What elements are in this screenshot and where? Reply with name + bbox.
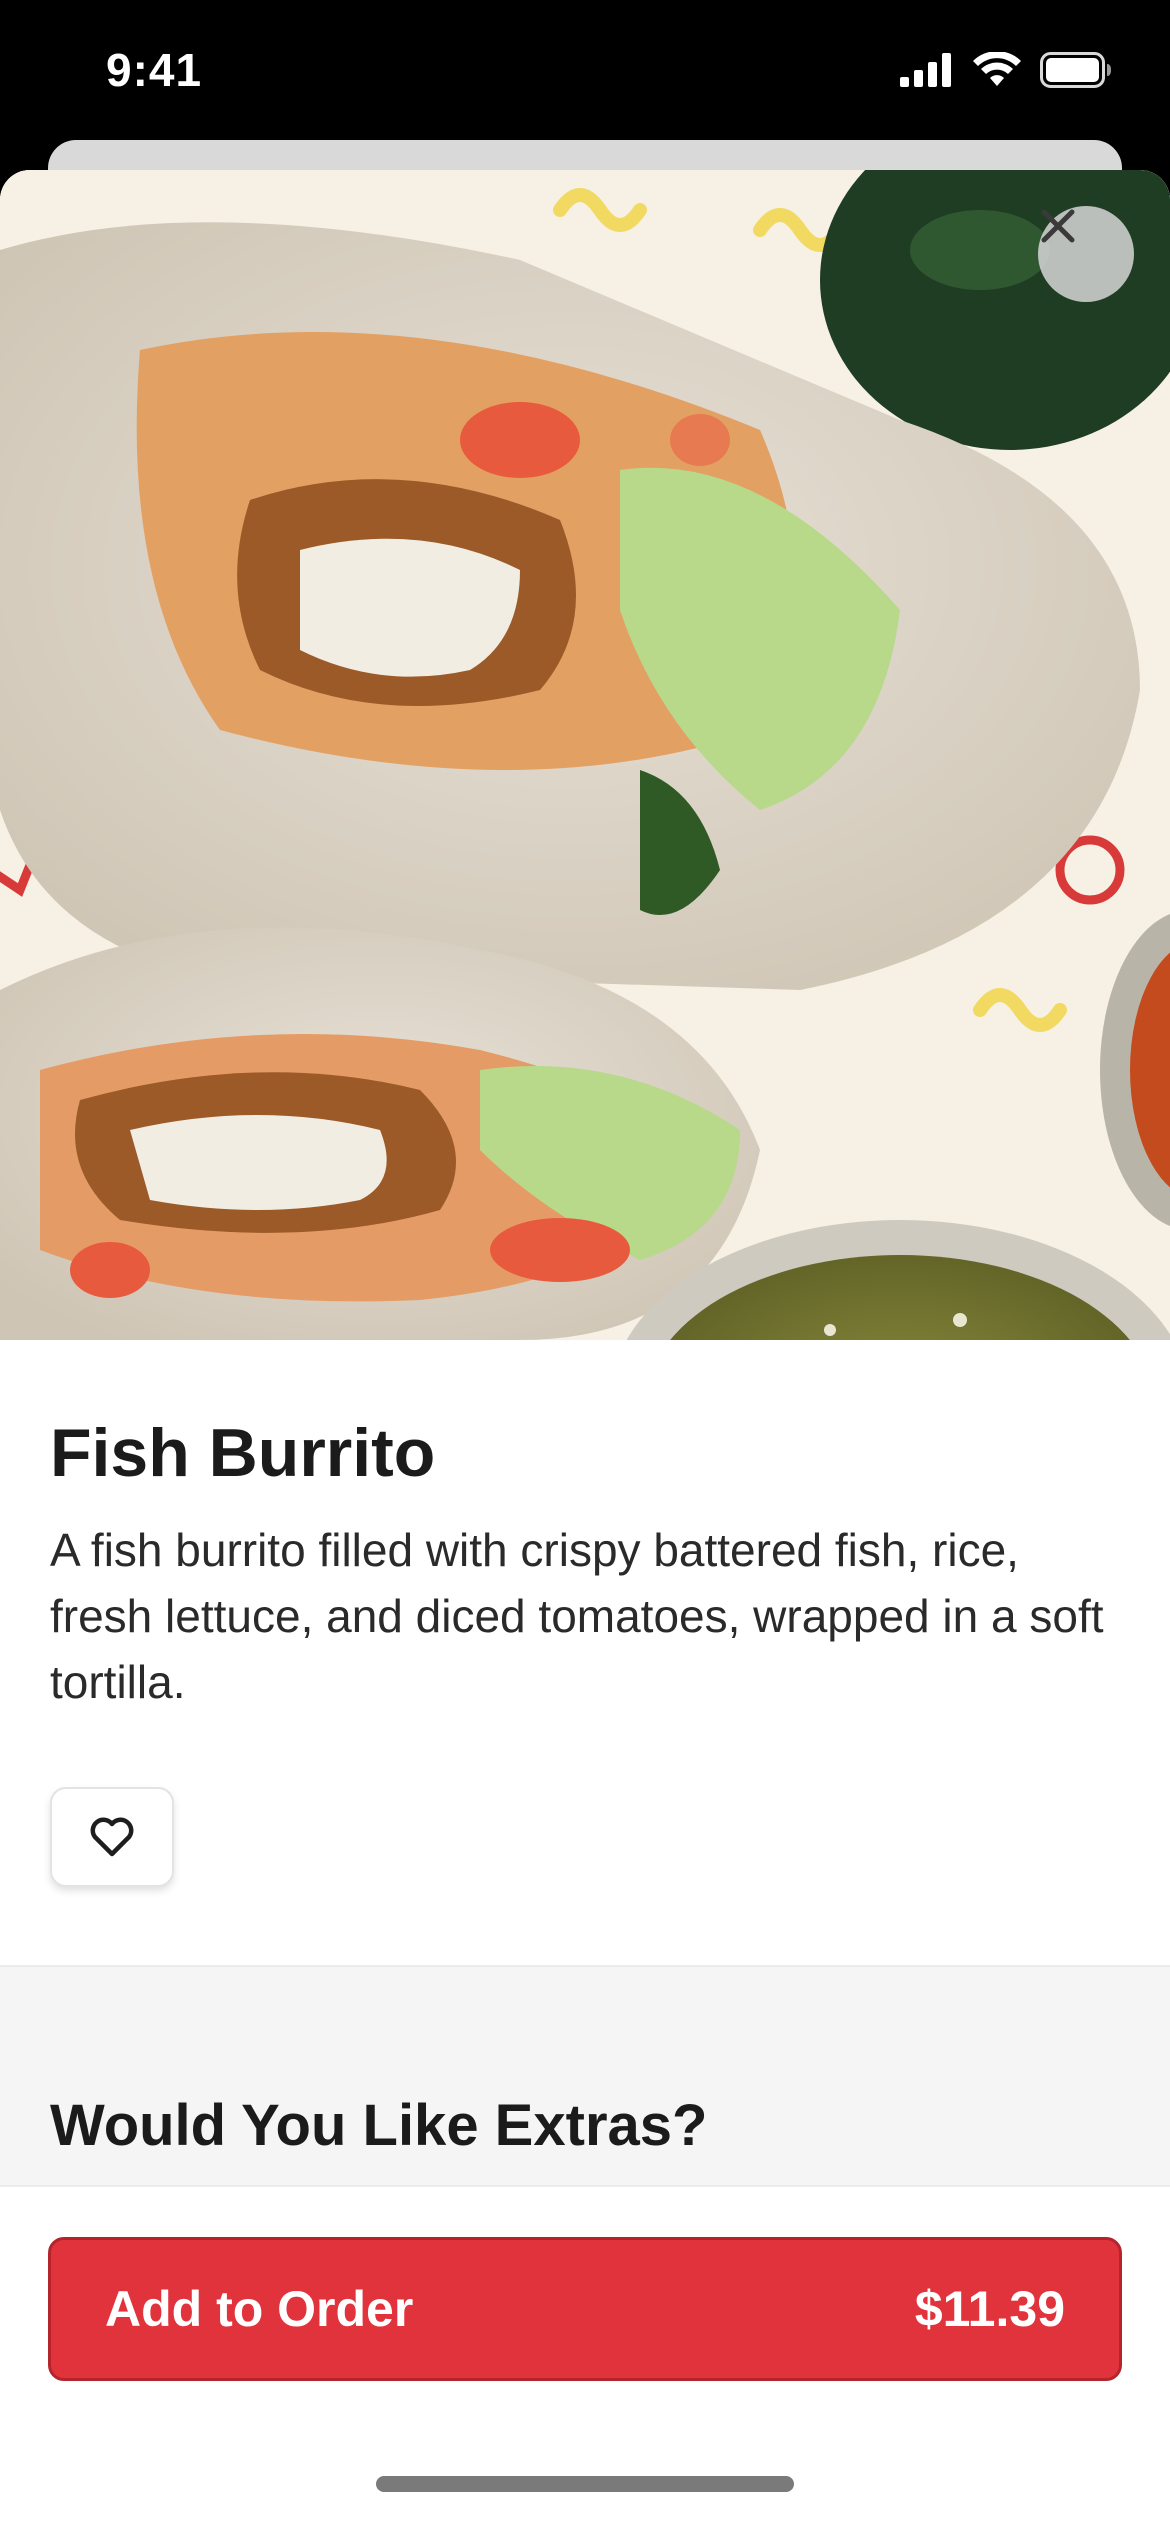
status-bar: 9:41 [0,0,1170,140]
heart-outline-icon [90,1817,134,1857]
close-icon [1041,209,1075,243]
product-description: A fish burrito filled with crispy batter… [50,1523,1104,1708]
extras-title: Would You Like Extras? [50,2093,708,2158]
order-price: $11.39 [914,2281,1065,2337]
product-info: Fish Burrito A fish burrito filled with … [0,1340,1170,1887]
add-to-order-button[interactable]: Add to Order $11.39 [48,2237,1122,2381]
add-to-order-label: Add to Order [105,2281,414,2337]
product-title: Fish Burrito [50,1415,436,1491]
battery-icon [1040,52,1111,88]
home-indicator[interactable] [376,2476,794,2492]
status-time: 9:41 [106,44,203,96]
status-icons [900,52,1112,88]
fish-burrito-photo [0,170,1170,1340]
product-image [0,170,1170,1340]
product-sheet: Fish Burrito A fish burrito filled with … [0,170,1170,2532]
close-button[interactable] [1038,206,1134,302]
cellular-signal-icon [900,53,951,87]
wifi-icon [973,52,1021,86]
favorite-button[interactable] [50,1786,174,1887]
app-screen: 9:41 Fish Burrito A fish burrito filled … [0,0,1170,2532]
